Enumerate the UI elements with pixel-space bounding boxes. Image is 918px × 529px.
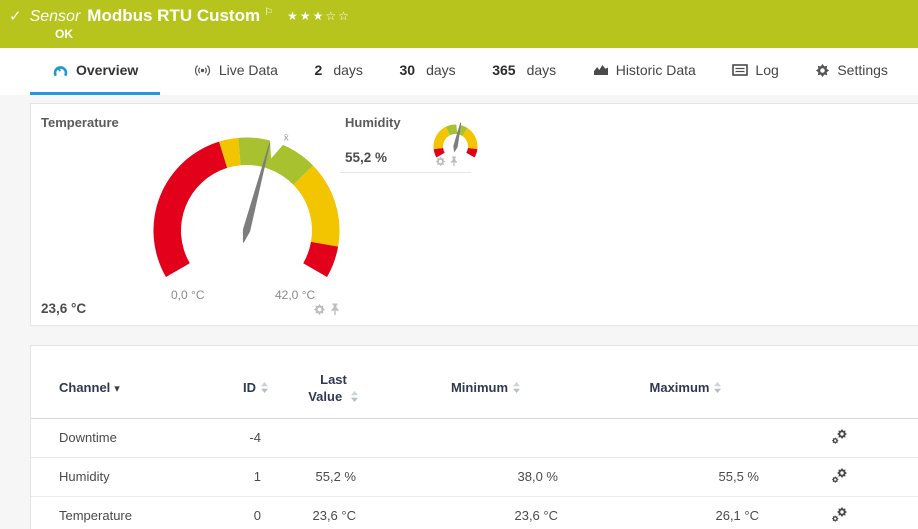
- channel-name: Humidity: [59, 469, 110, 485]
- channel-maximum: 55,5 %: [718, 469, 759, 485]
- channel-table-panel: Channel▾ ID Last Value Minimum Maximum: [30, 345, 918, 529]
- settings-gear-icon: [816, 63, 830, 77]
- temperature-scale-max: 42,0 °C: [275, 288, 316, 302]
- status-check-icon: ✓: [9, 8, 22, 25]
- channel-table: Channel▾ ID Last Value Minimum Maximum: [31, 346, 918, 529]
- sensor-title: Modbus RTU Custom: [87, 6, 261, 25]
- temperature-gauge-title: Temperature: [41, 115, 119, 130]
- channel-minimum: [386, 418, 586, 457]
- table-row-temperature: Temperature 0 23,6 °C 23,6 °C 26,1 °C: [31, 496, 918, 529]
- tab-historic-data[interactable]: Historic Data: [589, 48, 700, 95]
- tab-log[interactable]: Log: [728, 48, 782, 95]
- channel-table-header-row: Channel ▾ ID Last Value Minimum Maximum: [31, 346, 918, 419]
- sort-icon: [714, 382, 722, 394]
- log-icon: [732, 64, 749, 76]
- temperature-pin-icon[interactable]: [329, 303, 341, 316]
- tab-overview[interactable]: Overview: [30, 48, 161, 95]
- channel-maximum: [586, 418, 786, 457]
- flag-icon[interactable]: ⚐: [264, 7, 273, 18]
- humidity-current-value: 55,2 %: [345, 150, 388, 165]
- tab-2-days[interactable]: 2 days: [311, 48, 367, 95]
- gauge-icon: [53, 65, 68, 76]
- temperature-gauge-settings-icon[interactable]: [313, 303, 326, 316]
- table-row-humidity: Humidity 1 55,2 % 38,0 % 55,5 %: [31, 457, 918, 497]
- channel-name: Downtime: [59, 430, 117, 446]
- temperature-scale-min: 0,0 °C: [171, 288, 205, 302]
- live-data-icon: [194, 64, 210, 76]
- chevron-down-icon: ▾: [114, 383, 120, 396]
- sort-icon: [261, 382, 268, 394]
- channel-maximum: 26,1 °C: [715, 508, 759, 524]
- channel-id: 0: [253, 508, 261, 524]
- channel-minimum: 38,0 %: [517, 469, 558, 485]
- channel-minimum: 23,6 °C: [514, 508, 558, 524]
- channel-last-value: [281, 418, 386, 457]
- humidity-pin-icon[interactable]: [449, 156, 459, 167]
- channel-settings-icon[interactable]: [831, 467, 849, 484]
- tab-settings[interactable]: Settings: [811, 48, 892, 95]
- channel-name: Temperature: [59, 508, 132, 524]
- sensor-header: ✓ Sensor Modbus RTU Custom ⚐ ★★★☆☆ OK: [0, 0, 918, 48]
- column-header-last-value[interactable]: Last Value: [281, 346, 386, 418]
- svg-text:x̄: x̄: [283, 134, 289, 144]
- column-header-maximum[interactable]: Maximum: [586, 346, 786, 418]
- channel-last-value: 23,6 °C: [312, 508, 356, 524]
- column-header-channel[interactable]: Channel ▾: [31, 346, 231, 418]
- table-row-downtime: Downtime -4: [31, 418, 918, 458]
- humidity-gauge-settings-icon[interactable]: [435, 156, 446, 167]
- temperature-current-value: 23,6 °C: [41, 301, 87, 316]
- gauges-panel: Temperature x̄ 0,0 °C 42,0 °C 23,6 °C Hu…: [30, 103, 918, 326]
- sort-icon: [350, 390, 358, 402]
- column-header-actions: [786, 346, 918, 418]
- humidity-tile-divider: [340, 172, 471, 173]
- tab-bar: Overview Live Data 2 days 30 days 365 da…: [0, 48, 918, 95]
- channel-settings-icon[interactable]: [831, 428, 849, 445]
- star-rating[interactable]: ★★★☆☆: [287, 9, 351, 23]
- channel-id: 1: [253, 469, 261, 485]
- historic-data-icon: [593, 65, 608, 75]
- tab-live-data[interactable]: Live Data: [189, 48, 282, 95]
- tab-30-days[interactable]: 30 days: [395, 48, 459, 95]
- temperature-gauge: x̄: [153, 134, 340, 277]
- tab-365-days[interactable]: 365 days: [488, 48, 560, 95]
- channel-settings-icon[interactable]: [831, 506, 849, 523]
- channel-id: -4: [249, 430, 261, 446]
- sort-icon: [513, 382, 521, 394]
- channel-last-value: 55,2 %: [315, 469, 356, 485]
- sensor-kind-label: Sensor: [29, 8, 81, 25]
- status-badge: OK: [55, 27, 73, 41]
- humidity-gauge-title: Humidity: [345, 115, 401, 130]
- column-header-id[interactable]: ID: [231, 346, 281, 418]
- column-header-minimum[interactable]: Minimum: [386, 346, 586, 418]
